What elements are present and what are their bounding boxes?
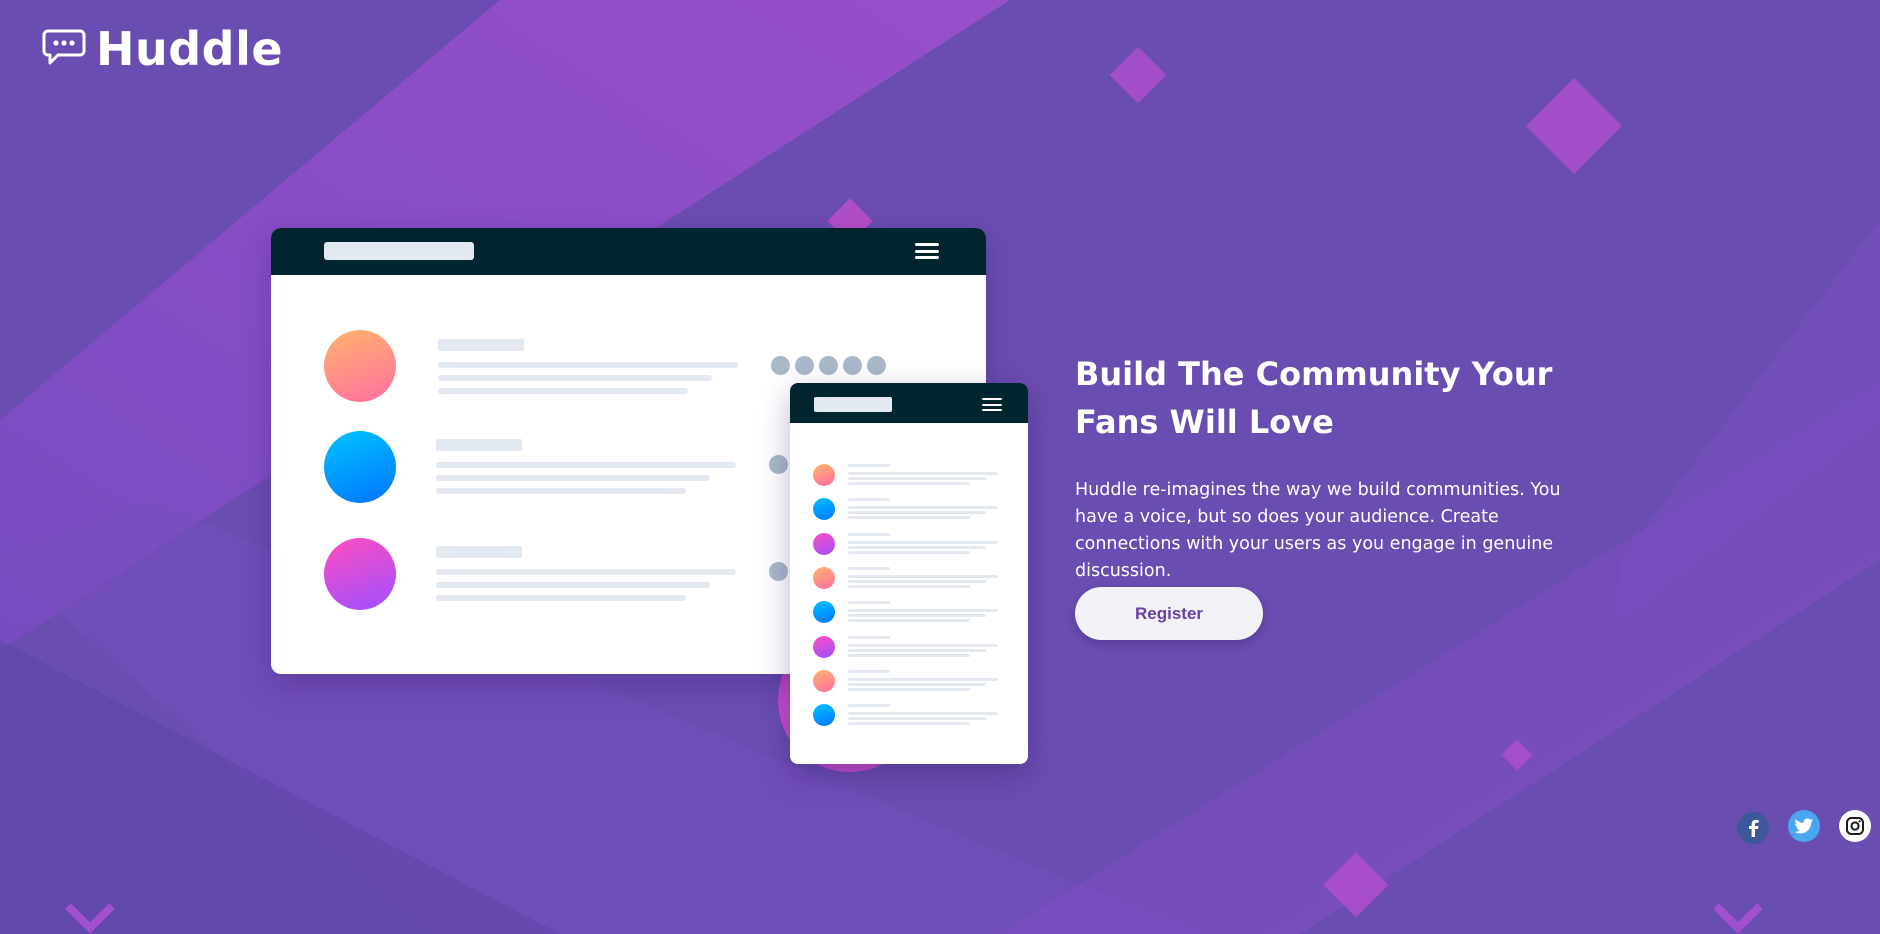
twitter-link[interactable] bbox=[1788, 810, 1820, 842]
huddle-logo[interactable]: Huddle bbox=[42, 22, 283, 76]
mockup-avatar bbox=[813, 498, 835, 521]
mockup-text-placeholder bbox=[848, 687, 970, 691]
mockup-text-placeholder bbox=[436, 546, 522, 558]
mockup-text-placeholder bbox=[848, 498, 890, 502]
mockup-text-placeholder bbox=[848, 566, 890, 570]
mockup-text-placeholder bbox=[848, 584, 970, 588]
mockup-text-placeholder bbox=[436, 595, 686, 601]
chat-bubble-icon bbox=[42, 28, 86, 70]
mockup-text-placeholder bbox=[848, 669, 890, 673]
hero-description: Huddle re-imagines the way we build comm… bbox=[1075, 480, 1561, 581]
mockup-text-placeholder bbox=[848, 712, 998, 716]
mockup-text-placeholder bbox=[848, 532, 890, 536]
mockup-text-placeholder bbox=[848, 677, 998, 681]
mockup-text-placeholder bbox=[848, 601, 890, 605]
hamburger-menu-icon bbox=[915, 243, 939, 259]
brand-name: Huddle bbox=[96, 22, 284, 76]
mockup-text-placeholder bbox=[438, 388, 688, 394]
mockup-avatar bbox=[813, 635, 835, 658]
mockup-address-bar bbox=[324, 242, 474, 260]
mockup-dot bbox=[819, 356, 838, 375]
mockup-dot bbox=[795, 356, 814, 375]
mockup-text-placeholder bbox=[848, 614, 986, 618]
mockup-text-placeholder bbox=[438, 375, 712, 381]
mockup-text-placeholder bbox=[436, 462, 736, 468]
mockup-text-placeholder bbox=[848, 540, 998, 544]
mockup-text-placeholder bbox=[436, 488, 686, 494]
mockup-avatar bbox=[324, 538, 396, 610]
register-button[interactable]: Register bbox=[1075, 587, 1263, 640]
instagram-icon bbox=[1846, 817, 1864, 835]
mockup-avatar bbox=[813, 704, 835, 727]
mockup-text-placeholder bbox=[848, 717, 986, 721]
mockup-text-placeholder bbox=[848, 619, 970, 623]
mockup-text-placeholder bbox=[438, 362, 738, 368]
mockup-avatar bbox=[813, 532, 835, 555]
instagram-link[interactable] bbox=[1839, 810, 1871, 842]
mockup-text-placeholder bbox=[436, 582, 710, 588]
mockup-avatar bbox=[324, 330, 396, 402]
mockup-avatar bbox=[324, 431, 396, 503]
mockup-navbar bbox=[271, 228, 986, 275]
mockup-dot bbox=[867, 356, 886, 375]
mockup-text-placeholder bbox=[848, 635, 890, 639]
mockup-avatar bbox=[813, 464, 835, 486]
mockup-text-placeholder bbox=[848, 550, 970, 554]
mobile-mockup bbox=[790, 383, 1028, 764]
mockup-text-placeholder bbox=[436, 475, 710, 481]
mockup-text-placeholder bbox=[848, 482, 970, 485]
mockup-text-placeholder bbox=[848, 506, 998, 510]
mockup-text-placeholder bbox=[436, 439, 522, 451]
mockup-text-placeholder bbox=[848, 704, 890, 708]
mockup-text-placeholder bbox=[848, 545, 986, 549]
mockup-text-placeholder bbox=[848, 516, 970, 520]
mockup-text-placeholder bbox=[848, 511, 986, 515]
mockup-text-placeholder bbox=[848, 464, 890, 467]
mockup-text-placeholder bbox=[848, 609, 998, 613]
mockup-text-placeholder bbox=[436, 569, 736, 575]
facebook-link[interactable] bbox=[1735, 810, 1771, 846]
facebook-icon bbox=[1749, 819, 1759, 837]
mockup-text-placeholder bbox=[848, 472, 998, 475]
mockup-text-placeholder bbox=[848, 722, 970, 726]
mockup-address-bar bbox=[814, 397, 892, 412]
mockup-avatar bbox=[813, 601, 835, 624]
mockup-text-placeholder bbox=[848, 579, 986, 583]
mockup-avatar bbox=[813, 669, 835, 692]
mockup-text-placeholder bbox=[848, 643, 998, 647]
twitter-icon bbox=[1794, 817, 1814, 833]
mockup-text-placeholder bbox=[848, 653, 970, 657]
mockup-text-placeholder bbox=[848, 648, 986, 652]
mockup-avatar bbox=[813, 566, 835, 589]
mockup-dot bbox=[771, 356, 790, 375]
mockup-text-placeholder bbox=[848, 574, 998, 578]
mockup-text-placeholder bbox=[438, 339, 524, 351]
mockup-navbar bbox=[790, 383, 1028, 423]
mockup-dot bbox=[769, 562, 788, 581]
mockup-text-placeholder bbox=[848, 682, 986, 686]
mockup-dot bbox=[843, 356, 862, 375]
mockup-text-placeholder bbox=[848, 477, 986, 480]
hamburger-menu-icon bbox=[982, 398, 1002, 411]
mockup-dot bbox=[769, 455, 788, 474]
hero-headline: Build The Community Your Fans Will Love bbox=[1075, 355, 1553, 441]
